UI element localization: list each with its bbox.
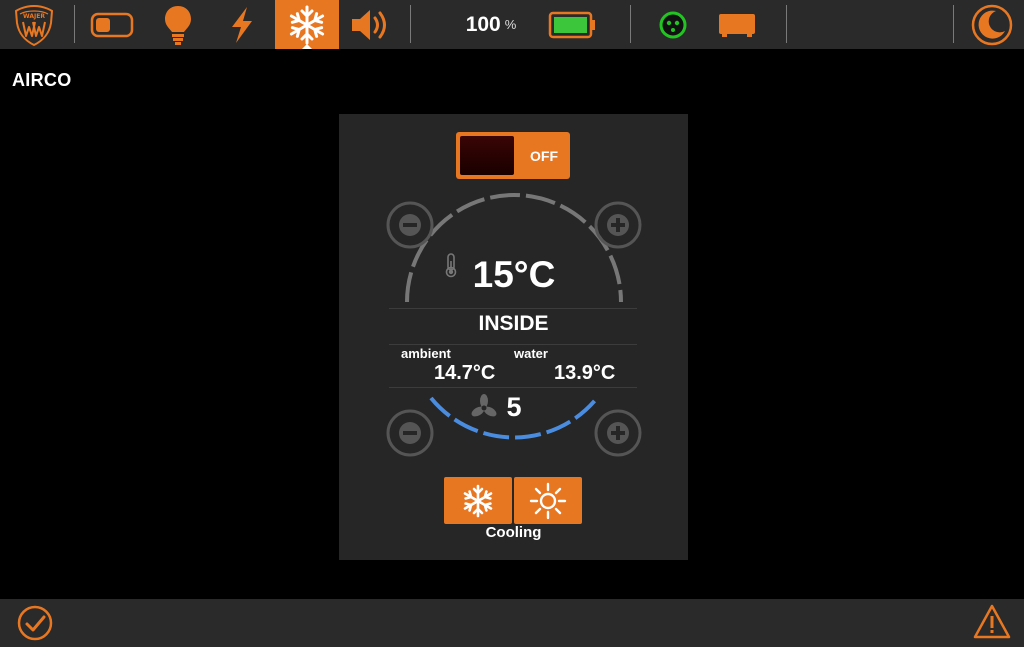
night-mode-button[interactable]	[966, 0, 1018, 49]
page-title: AIRCO	[12, 70, 72, 90]
check-circle-icon[interactable]	[16, 604, 54, 642]
sun-icon	[529, 482, 567, 519]
speaker-icon	[352, 9, 386, 40]
temperature-decrease-button[interactable]	[385, 200, 435, 250]
cooling-mode-button[interactable]	[444, 477, 512, 524]
water-label: water	[514, 346, 548, 361]
generator-button[interactable]	[714, 0, 760, 49]
nav-power-button[interactable]	[214, 0, 270, 49]
fan-icon	[471, 394, 497, 417]
toggle-knob	[460, 136, 514, 175]
separator	[630, 5, 631, 43]
mode-label: Cooling	[485, 524, 542, 541]
generator-icon	[719, 13, 755, 37]
fan-speed-value: 5	[506, 392, 522, 422]
top-navigation-bar: WAJER 100 %	[0, 0, 1024, 49]
shore-power-button[interactable]	[655, 0, 691, 49]
zone-label: INSIDE	[478, 312, 549, 335]
fan-speed-decrease-button[interactable]	[385, 408, 435, 458]
separator	[74, 5, 75, 43]
nav-audio-button[interactable]	[344, 0, 400, 49]
airco-control-panel: OFF 15°C INSIDE ambient water 14.7°C 13.…	[339, 114, 688, 560]
nav-switches-button[interactable]	[84, 0, 140, 49]
snowflake-icon	[463, 484, 493, 517]
active-tab-indicator	[302, 44, 312, 49]
separator	[410, 5, 411, 43]
separator	[953, 5, 954, 43]
fan-speed-increase-button[interactable]	[593, 408, 643, 458]
divider	[389, 308, 637, 309]
light-bulb-icon	[165, 5, 191, 45]
battery-percent-value: 100	[465, 12, 501, 36]
bottom-status-bar	[0, 599, 1024, 647]
ambient-temperature: 14.7°C	[434, 362, 496, 384]
moon-icon	[971, 4, 1013, 45]
temperature-increase-button[interactable]	[593, 200, 643, 250]
toggle-switch-icon	[90, 12, 134, 37]
battery-percent-unit: %	[504, 17, 517, 32]
setpoint-temperature: 15°C	[472, 254, 556, 295]
nav-airco-button[interactable]	[275, 0, 339, 49]
divider	[389, 387, 637, 388]
heating-mode-button[interactable]	[514, 477, 582, 524]
water-temperature: 13.9°C	[554, 362, 616, 384]
svg-text:WAJER: WAJER	[23, 13, 45, 20]
nav-lights-button[interactable]	[150, 0, 206, 49]
ambient-label: ambient	[401, 346, 451, 361]
battery-button[interactable]	[546, 0, 598, 49]
divider	[389, 344, 637, 345]
warning-triangle-icon[interactable]	[972, 603, 1012, 641]
separator	[786, 5, 787, 43]
battery-icon	[548, 11, 595, 38]
snowflake-icon	[289, 5, 325, 44]
shore-power-plug-icon	[659, 11, 687, 38]
battery-percentage: 100 %	[446, 0, 536, 49]
lightning-bolt-icon	[232, 6, 252, 43]
power-toggle-label: OFF	[530, 147, 558, 164]
wajer-logo[interactable]: WAJER	[10, 0, 58, 49]
power-toggle[interactable]: OFF	[456, 132, 570, 179]
